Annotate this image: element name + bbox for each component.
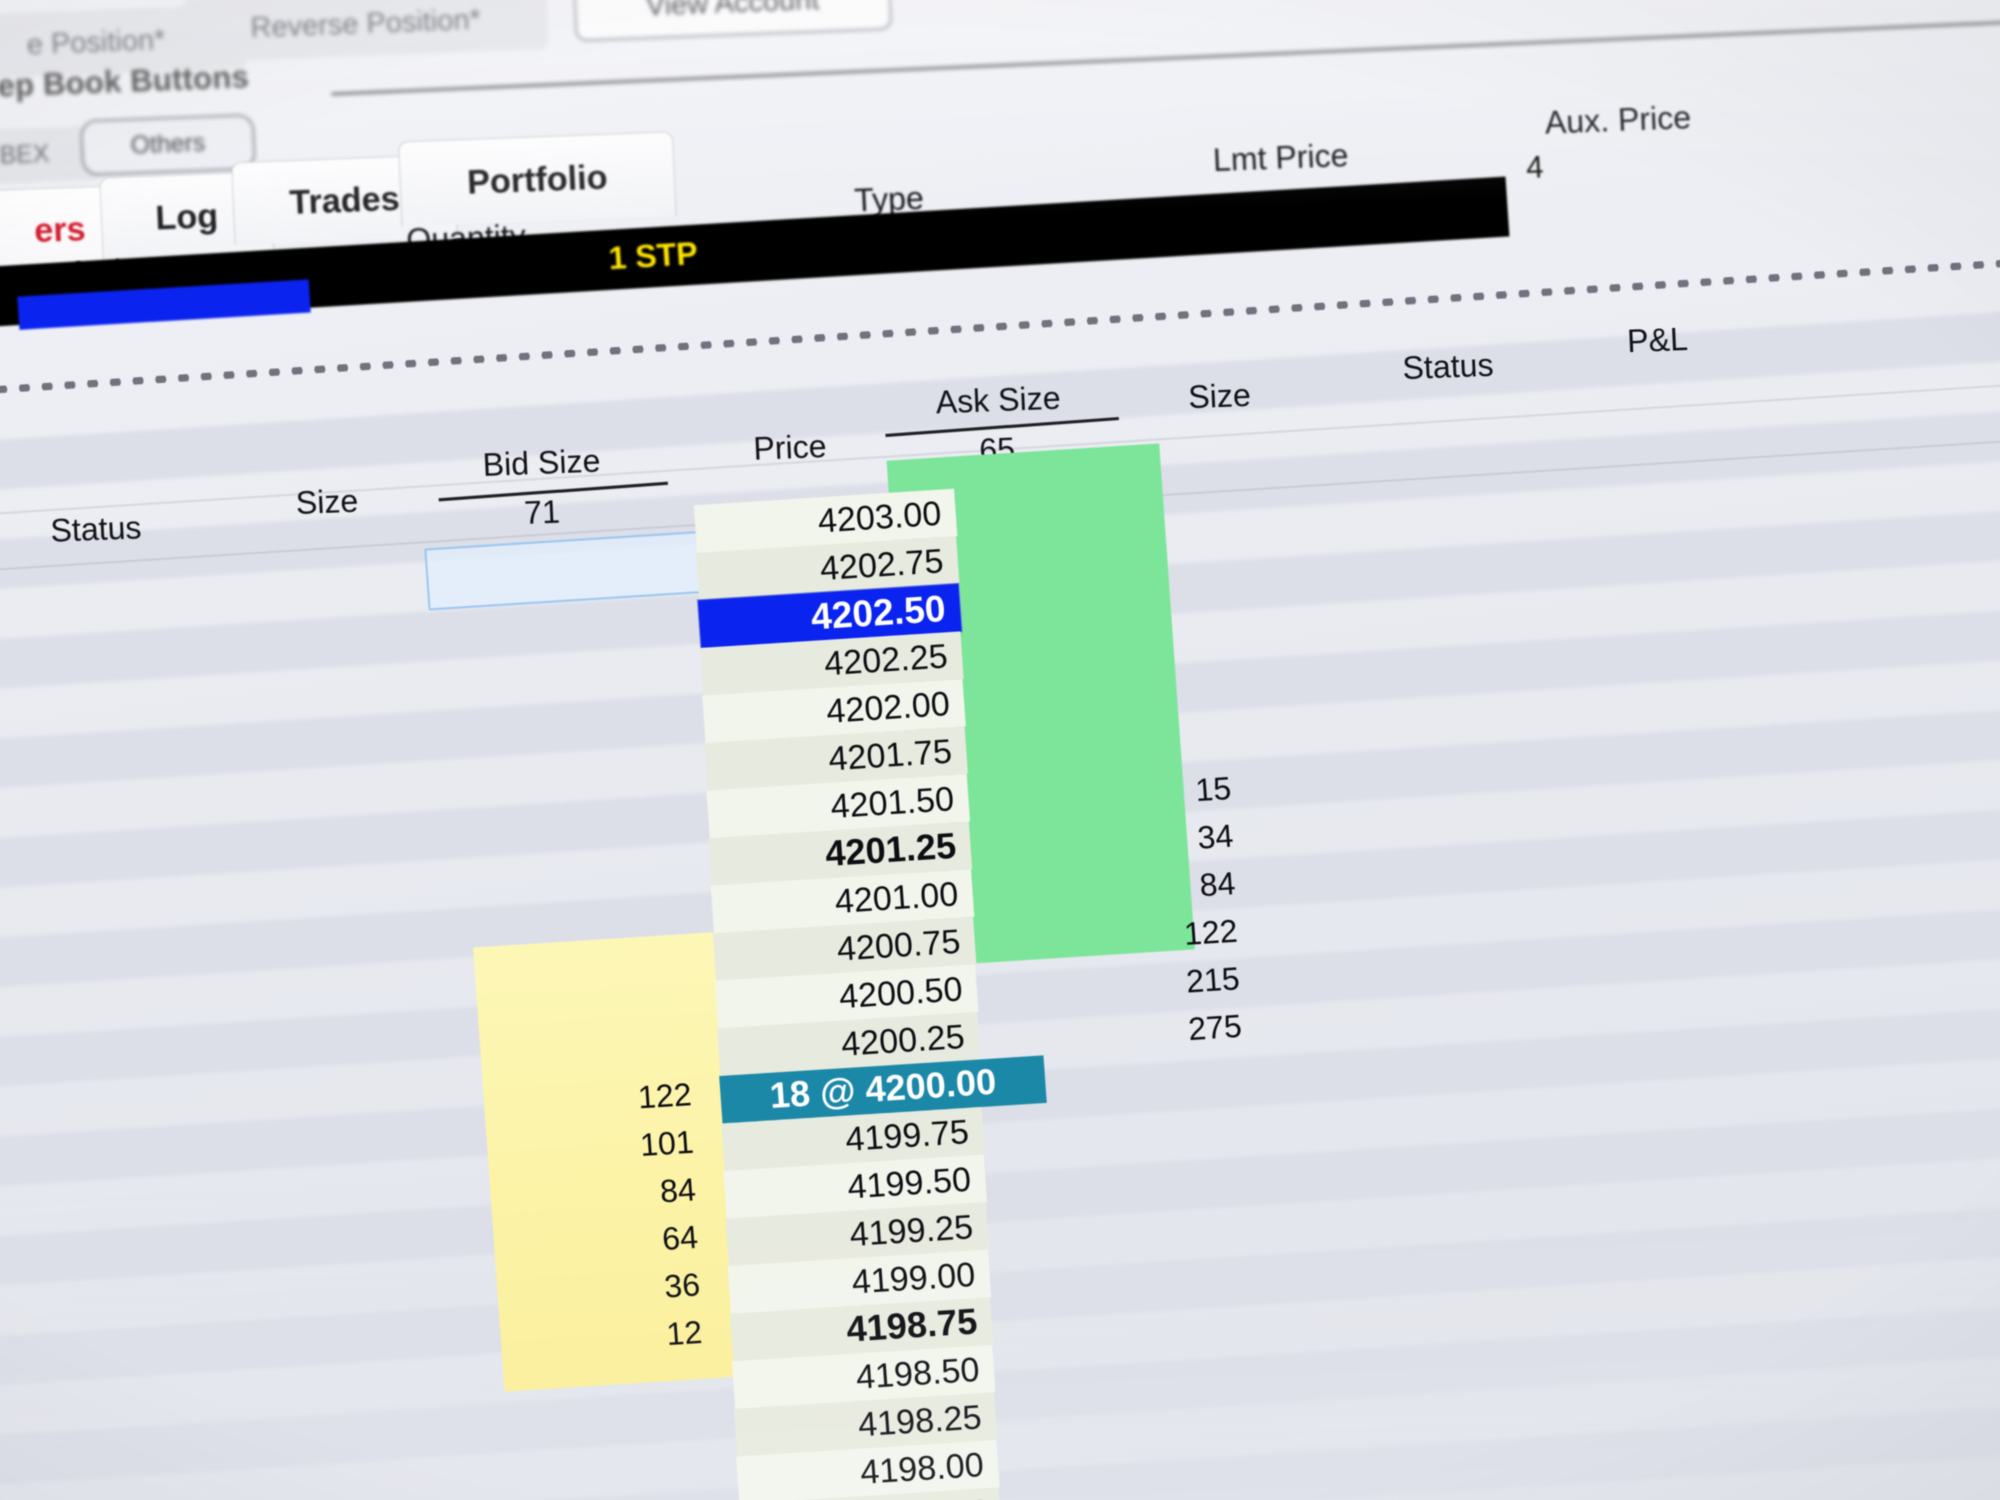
tab-log-label: Log <box>154 195 219 237</box>
ask-size-value: 122 <box>1182 912 1239 953</box>
ladder-price-value: 4203.00 <box>816 493 943 540</box>
ladder-price-value: 4200.50 <box>837 969 964 1016</box>
ask-size-value: 15 <box>1194 769 1233 809</box>
trading-application: ttons e Position* Reverse Position* View… <box>0 0 2000 1500</box>
ask-size-value: 84 <box>1198 865 1237 904</box>
ladder-price-value: 4198.25 <box>856 1397 983 1444</box>
reverse-position-label: Reverse Position* <box>249 2 482 44</box>
ladder-price-value: 4198.50 <box>854 1349 981 1396</box>
tab-portfolio-label: Portfolio <box>466 156 609 201</box>
bid-size-value: 64 <box>660 1218 700 1258</box>
ladder-price-value: 4199.25 <box>848 1207 975 1254</box>
view-account-label: View Account <box>645 0 820 22</box>
ask-size-value: 275 <box>1186 1007 1243 1048</box>
view-account-button[interactable]: View Account <box>572 0 893 42</box>
ladder-price-value: 4202.25 <box>822 636 949 683</box>
tab-orders-label: ers <box>33 208 87 249</box>
ask-size-value: 34 <box>1196 817 1235 856</box>
tab-portfolio[interactable]: Portfolio <box>397 131 677 227</box>
header-lmt-price[interactable]: Lmt Price <box>1212 137 1349 179</box>
ladder-price-value: 4199.75 <box>844 1112 971 1159</box>
screen-photo: ttons e Position* Reverse Position* View… <box>0 0 2000 1500</box>
close-position-label: e Position* <box>26 22 166 61</box>
reverse-position-button[interactable]: Reverse Position* <box>182 0 550 63</box>
others-label: Others <box>130 129 206 160</box>
header-aux-price[interactable]: Aux. Price <box>1544 99 1692 142</box>
bex-label: BEX <box>0 140 50 170</box>
bid-size-value: 101 <box>638 1123 695 1164</box>
bid-size-value: 36 <box>663 1266 702 1305</box>
order-aux-price-value: 4 <box>1525 150 1545 186</box>
ladder-price-value: 4198.75 <box>845 1301 979 1350</box>
db-header-price[interactable]: Price <box>753 428 828 468</box>
bid-size-total: 71 <box>523 493 561 532</box>
ladder-price-value: 4199.50 <box>846 1159 973 1206</box>
ask-size-value: 215 <box>1184 960 1241 1000</box>
db-header-bid-size[interactable]: Bid Size <box>482 443 601 485</box>
ladder-price-value: 4202.00 <box>825 684 951 731</box>
bid-size-value: 84 <box>658 1171 698 1210</box>
db-header-status-right[interactable]: Status <box>1402 347 1495 388</box>
bid-size-value: 12 <box>665 1313 704 1353</box>
db-header-pnl[interactable]: P&L <box>1626 321 1688 360</box>
db-header-size-left[interactable]: Size <box>295 483 359 523</box>
ladder-price-value: 4202.75 <box>818 541 945 588</box>
db-header-status-left[interactable]: Status <box>50 509 143 550</box>
ladder-price-value: 4201.50 <box>829 779 956 826</box>
ladder-price-value: 4200.75 <box>835 921 962 968</box>
ladder-price-value: 4201.00 <box>833 874 960 921</box>
ladder-price-value: 4201.25 <box>823 825 958 875</box>
ladder-price-value: 4199.00 <box>850 1254 977 1301</box>
db-header-ask-size[interactable]: Ask Size <box>935 380 1061 422</box>
ladder-price-value: 4201.75 <box>827 731 954 778</box>
others-button[interactable]: Others <box>79 113 257 177</box>
bid-size-value: 122 <box>636 1076 693 1116</box>
ladder-price-value: 4198.00 <box>858 1445 985 1492</box>
ladder-price-value: 4202.50 <box>809 586 947 638</box>
tab-trades-label: Trades <box>288 178 401 221</box>
db-header-size-right[interactable]: Size <box>1187 377 1251 417</box>
ladder-price-value: 4200.25 <box>839 1016 966 1064</box>
order-quantity-type: 1 STP <box>607 234 699 277</box>
